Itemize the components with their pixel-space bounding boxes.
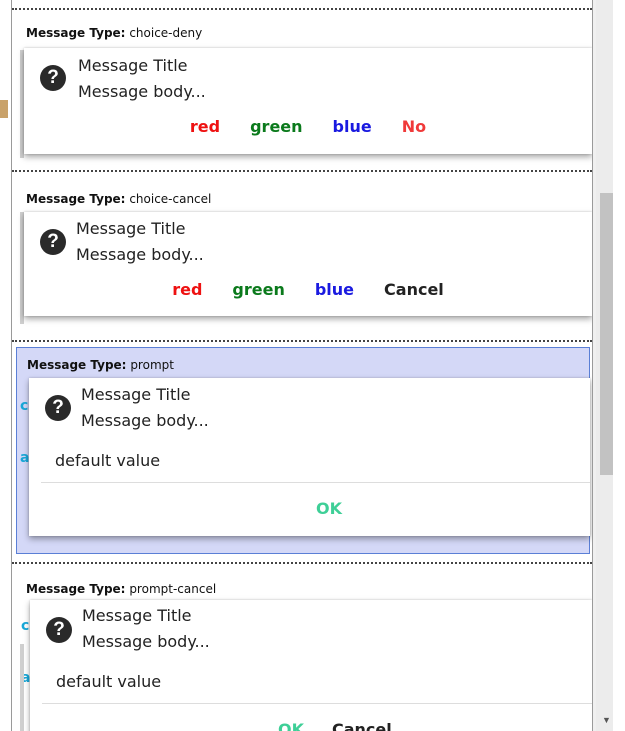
choice-button-green[interactable]: green — [232, 280, 284, 299]
dialog-divider — [42, 703, 592, 704]
scroll-thumb[interactable] — [600, 193, 613, 475]
message-dialog: ? Message Title Message body... red green… — [24, 48, 592, 154]
message-type-label: Message Type: prompt — [27, 358, 174, 372]
cancel-button[interactable]: Cancel — [384, 280, 444, 299]
message-type-key: Message Type: — [27, 358, 127, 372]
ok-button[interactable]: OK — [278, 720, 304, 731]
prompt-dialog: ? Message Title Message body... default … — [29, 378, 590, 536]
list-separator — [12, 340, 592, 342]
prompt-input[interactable]: default value — [56, 672, 161, 691]
message-type-value: choice-cancel — [129, 192, 212, 206]
choice-button-blue[interactable]: blue — [333, 117, 372, 136]
message-type-label: Message Type: choice-cancel — [26, 192, 211, 206]
background-accent-text: c — [20, 398, 29, 414]
message-dialog: ? Message Title Message body... red green… — [24, 212, 592, 316]
question-icon: ? — [46, 617, 72, 643]
list-item-prompt-cancel[interactable]: Message Type: prompt-cancel c a ? Messag… — [12, 564, 592, 731]
deny-button[interactable]: No — [402, 117, 426, 136]
background-right-strip — [613, 0, 625, 731]
list-item-prompt[interactable]: Message Type: prompt c a ? Message Title… — [16, 347, 590, 554]
dialog-title: Message Title — [81, 385, 191, 404]
message-type-label: Message Type: choice-deny — [26, 26, 202, 40]
question-icon: ? — [40, 65, 66, 91]
panel-edge — [20, 644, 24, 731]
choice-button-red[interactable]: red — [172, 280, 202, 299]
background-accent-text: c — [21, 618, 30, 634]
dialog-divider — [41, 482, 590, 483]
dialog-title: Message Title — [82, 606, 192, 625]
message-type-value: choice-deny — [129, 26, 203, 40]
message-type-value: prompt-cancel — [129, 582, 217, 596]
message-type-value: prompt — [130, 358, 174, 372]
dialog-title: Message Title — [78, 56, 188, 75]
message-type-key: Message Type: — [26, 192, 126, 206]
dialog-body: Message body... — [78, 82, 206, 101]
dialog-body: Message body... — [76, 245, 204, 264]
choice-button-green[interactable]: green — [250, 117, 302, 136]
prompt-dialog: ? Message Title Message body... default … — [30, 600, 592, 731]
choice-buttons: red green blue Cancel — [24, 280, 592, 299]
message-type-label: Message Type: prompt-cancel — [26, 582, 216, 596]
choice-buttons: red green blue No — [24, 117, 592, 136]
choice-button-red[interactable]: red — [190, 117, 220, 136]
list-item-choice-deny[interactable]: Message Type: choice-deny ? Message Titl… — [12, 10, 592, 170]
background-toolbar-fragment — [0, 100, 8, 118]
message-type-key: Message Type: — [26, 26, 126, 40]
dialog-body: Message body... — [82, 632, 210, 651]
question-icon: ? — [40, 229, 66, 255]
ok-button[interactable]: OK — [29, 499, 592, 518]
list-item-choice-cancel[interactable]: Message Type: choice-cancel ? Message Ti… — [12, 172, 592, 340]
prompt-input[interactable]: default value — [55, 451, 160, 470]
message-type-key: Message Type: — [26, 582, 126, 596]
cancel-button[interactable]: Cancel — [332, 720, 392, 731]
question-icon: ? — [45, 395, 71, 421]
dialog-title: Message Title — [76, 219, 186, 238]
message-type-list[interactable]: Message Type: choice-deny ? Message Titl… — [11, 0, 593, 731]
scroll-down-arrow-icon[interactable]: ▼ — [600, 713, 613, 727]
dialog-body: Message body... — [81, 411, 209, 430]
choice-button-blue[interactable]: blue — [315, 280, 354, 299]
scroll-track[interactable]: ▼ — [596, 0, 613, 731]
